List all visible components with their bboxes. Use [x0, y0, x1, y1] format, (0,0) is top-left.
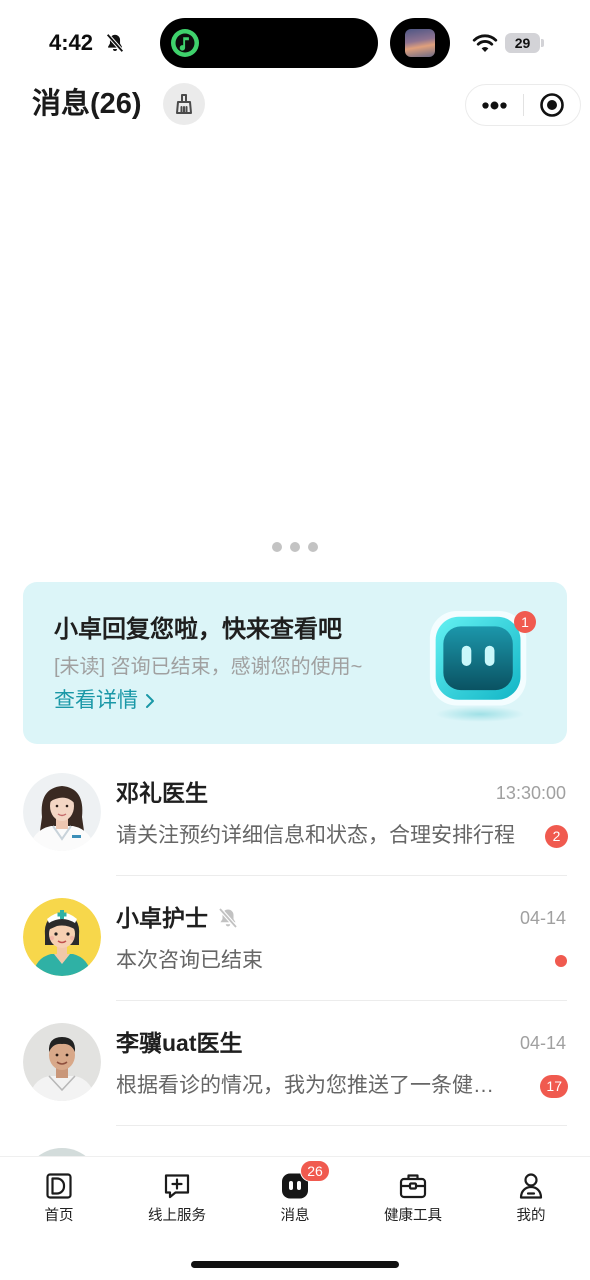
more-button[interactable]	[466, 85, 523, 125]
contact-name: 小卓护士	[116, 905, 208, 931]
mascot-unread-badge: 1	[514, 611, 536, 633]
message-preview: 本次咨询已结束	[116, 949, 263, 972]
loading-dot	[272, 542, 282, 552]
more-icon	[482, 101, 507, 109]
wifi-icon	[472, 34, 498, 52]
chevron-right-icon	[146, 694, 154, 708]
assistant-reply-card[interactable]: 小卓回复您啦，快来查看吧 [未读] 咨询已结束，感谢您的使用~ 查看详情 1	[23, 582, 567, 744]
status-time: 4:42	[49, 30, 94, 55]
target-icon	[539, 93, 564, 117]
battery-tip	[541, 39, 544, 47]
card-subtitle: [未读] 咨询已结束，感谢您的使用~	[54, 656, 363, 678]
page-title: 消息(26)	[32, 88, 142, 120]
conversation-item[interactable]: 李骥uat医生 04-14 根据看诊的情况，我为您推送了一条健… 17	[0, 1005, 590, 1130]
doctor-avatar	[23, 773, 101, 851]
tab-unread-badge: 26	[300, 1160, 330, 1182]
clear-unread-button[interactable]	[163, 83, 205, 125]
message-preview: 请关注预约详细信息和状态，合理安排行程	[116, 824, 515, 847]
exit-button[interactable]	[523, 85, 580, 125]
tab-health-tools[interactable]: 健康工具	[354, 1157, 472, 1237]
nurse-avatar	[23, 898, 101, 976]
toolbox-icon	[399, 1174, 427, 1199]
tab-home[interactable]: 首页	[0, 1157, 118, 1237]
tab-label: 我的	[516, 1208, 546, 1224]
contact-name: 邓礼医生	[116, 780, 208, 806]
bell-slash-icon	[218, 907, 238, 929]
tab-messages[interactable]: 26 消息	[236, 1157, 354, 1237]
tab-label: 消息	[280, 1208, 310, 1224]
row-divider	[116, 1000, 567, 1001]
view-details-label: 查看详情	[54, 689, 138, 712]
view-details-link[interactable]: 查看详情	[54, 687, 155, 715]
tab-label: 线上服务	[148, 1208, 206, 1224]
album-art-thumbnail	[405, 29, 435, 57]
battery-icon: 29	[505, 33, 540, 53]
row-divider	[116, 875, 567, 876]
row-divider	[116, 1125, 567, 1126]
message-preview: 根据看诊的情况，我为您推送了一条健…	[116, 1074, 494, 1097]
contact-name: 李骥uat医生	[116, 1030, 243, 1056]
doctor-avatar	[23, 1023, 101, 1101]
bell-slash-icon	[106, 33, 124, 53]
message-time: 13:30:00	[495, 783, 566, 803]
contact-name-row: 小卓护士	[116, 902, 240, 934]
music-app-icon	[171, 29, 199, 57]
conversation-item[interactable]: 小卓护士 04-14 本次咨询已结束	[0, 880, 590, 1005]
tab-label: 首页	[44, 1208, 74, 1224]
unread-count-badge: 17	[540, 1075, 568, 1098]
message-time: 04-14	[519, 1033, 566, 1053]
profile-icon	[519, 1173, 543, 1199]
unread-dot	[555, 955, 567, 967]
home-icon	[46, 1173, 72, 1199]
tab-online-services[interactable]: 线上服务	[118, 1157, 236, 1237]
home-indicator	[191, 1261, 399, 1268]
mini-program-capsule	[465, 84, 581, 126]
conversation-item[interactable]: 邓礼医生 13:30:00 请关注预约详细信息和状态，合理安排行程 2	[0, 755, 590, 880]
message-time: 04-14	[519, 908, 566, 928]
card-title: 小卓回复您啦，快来查看吧	[54, 616, 342, 643]
battery-level: 29	[514, 35, 531, 51]
tab-label: 健康工具	[384, 1208, 442, 1224]
chat-plus-icon	[164, 1174, 190, 1199]
loading-indicator	[272, 542, 318, 552]
unread-count-badge: 2	[545, 825, 568, 848]
loading-dot	[290, 542, 300, 552]
broom-icon	[176, 94, 192, 114]
tab-profile[interactable]: 我的	[472, 1157, 590, 1237]
loading-dot	[308, 542, 318, 552]
